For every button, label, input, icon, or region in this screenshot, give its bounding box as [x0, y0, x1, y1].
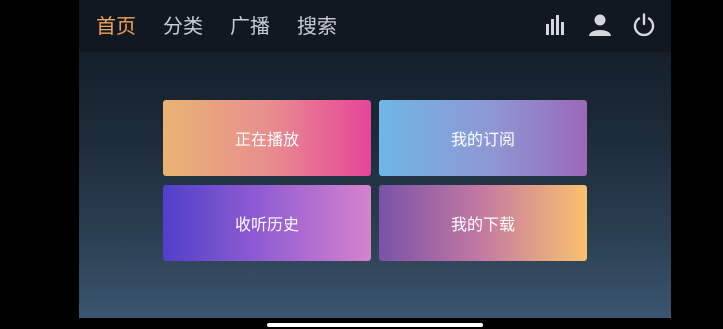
menu-grid: 正在播放 我的订阅 收听历史 我的下载 [163, 100, 587, 261]
listening-history-card[interactable]: 收听历史 [163, 185, 371, 261]
tab-search[interactable]: 搜索 [297, 12, 337, 40]
bar-chart-icon[interactable] [543, 12, 569, 38]
tab-category[interactable]: 分类 [163, 12, 203, 40]
app-screen: 首页 分类 广播 搜索 正在播放 我的订阅 收听历史 我的下载 [79, 0, 671, 318]
my-downloads-card[interactable]: 我的下载 [379, 185, 587, 261]
tab-broadcast[interactable]: 广播 [230, 12, 270, 40]
user-icon[interactable] [587, 12, 613, 38]
nav-icons [543, 12, 657, 38]
home-indicator[interactable] [267, 323, 483, 327]
now-playing-card[interactable]: 正在播放 [163, 100, 371, 176]
now-playing-label: 正在播放 [234, 130, 299, 149]
my-subscriptions-card[interactable]: 我的订阅 [379, 100, 587, 176]
nav-tabs: 首页 分类 广播 搜索 [96, 12, 364, 40]
my-downloads-label: 我的下载 [450, 215, 515, 234]
listening-history-label: 收听历史 [234, 215, 299, 234]
tab-home[interactable]: 首页 [96, 12, 136, 40]
top-nav-bar: 首页 分类 广播 搜索 [79, 0, 671, 52]
my-subscriptions-label: 我的订阅 [450, 130, 515, 149]
power-icon[interactable] [631, 12, 657, 38]
